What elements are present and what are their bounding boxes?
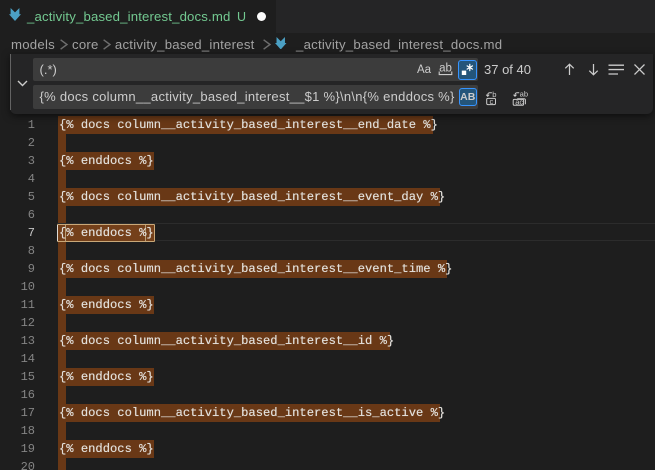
svg-text:c: c <box>490 96 494 105</box>
svg-text:ab: ab <box>439 63 452 75</box>
svg-text:ac: ac <box>515 97 523 106</box>
